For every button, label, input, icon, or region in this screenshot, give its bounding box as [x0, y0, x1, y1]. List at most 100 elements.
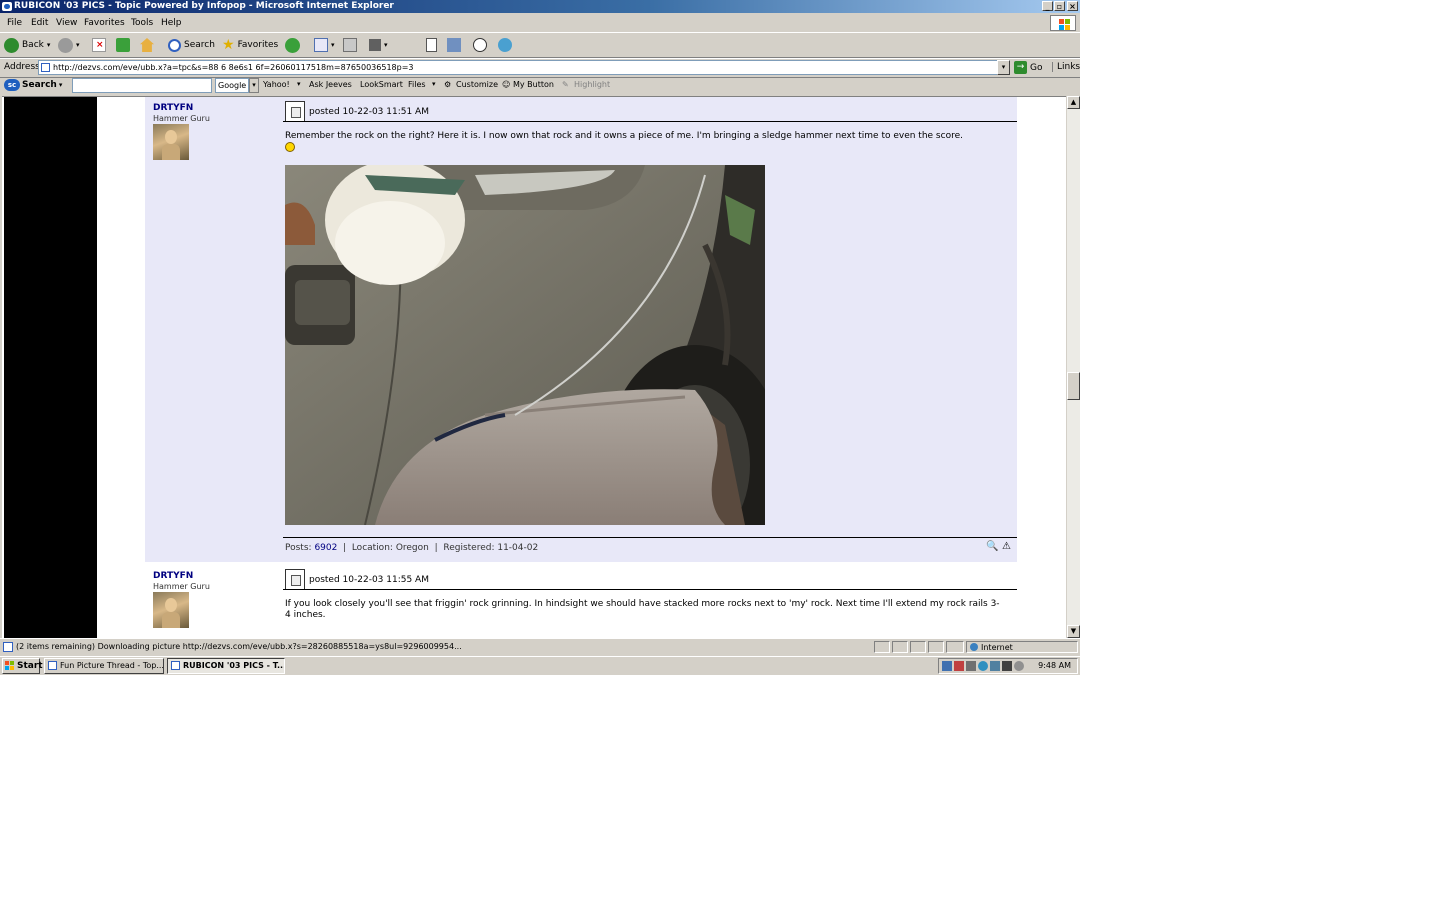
- search-icon: [168, 38, 181, 52]
- menu-view[interactable]: View: [56, 18, 77, 28]
- post-footer: Posts: 6902 | Location: Oregon | Registe…: [285, 543, 539, 553]
- forward-button[interactable]: ▾: [58, 36, 80, 54]
- history-icon: [285, 37, 300, 53]
- favorites-label: Favorites: [237, 40, 279, 50]
- back-label: Back: [22, 40, 44, 50]
- alert-icon[interactable]: ⚠: [1002, 541, 1011, 552]
- photo-image: [285, 165, 765, 525]
- tray-search-icon[interactable]: [978, 661, 988, 671]
- page-loading-icon: [3, 642, 13, 652]
- google-button[interactable]: Google: [215, 78, 250, 93]
- location-label: Location:: [351, 543, 393, 553]
- post-date: posted 10-22-03 11:51 AM: [309, 107, 429, 117]
- post-body: If you look closely you'll see that frig…: [285, 599, 1005, 621]
- files-button[interactable]: Files: [408, 80, 426, 89]
- page-icon: [41, 63, 50, 72]
- chevron-down-icon: ▾: [297, 80, 301, 88]
- customize-button[interactable]: Customize: [456, 80, 498, 89]
- yahoo-button[interactable]: Yahoo!: [263, 80, 290, 89]
- print-button[interactable]: [343, 36, 357, 54]
- taskbar-clock[interactable]: 9:48 AM: [1038, 660, 1071, 672]
- menu-bar: File Edit View Favorites Tools Help: [0, 14, 1080, 33]
- print-icon: [343, 38, 357, 52]
- scroll-down-button[interactable]: ▼: [1067, 625, 1080, 638]
- engine-dropdown-button[interactable]: ▾: [249, 78, 259, 93]
- media-icon: [498, 38, 512, 52]
- post-icon: [285, 569, 305, 589]
- post-body-text: If you look closely you'll see that frig…: [285, 599, 1000, 620]
- task-label: Fun Picture Thread - Top...: [60, 661, 164, 670]
- favorites-button[interactable]: ★ Favorites: [222, 36, 278, 54]
- avatar: [153, 592, 189, 628]
- links-button[interactable]: Links: [1052, 62, 1080, 72]
- search-brand-button[interactable]: sc Search ▾: [4, 79, 62, 91]
- search-toolbar-input[interactable]: [72, 78, 212, 93]
- tray-security-icon[interactable]: [954, 661, 964, 671]
- vertical-scrollbar[interactable]: ▲ ▼: [1066, 96, 1080, 638]
- address-bar: Address http://dezvs.com/eve/ubb.x?a=tpc…: [0, 58, 1080, 78]
- my-button[interactable]: My Button: [513, 80, 554, 89]
- registered-label: Registered:: [443, 543, 495, 553]
- home-button[interactable]: [140, 36, 154, 54]
- globe-icon: [970, 643, 978, 651]
- close-button[interactable]: ×: [1067, 1, 1078, 11]
- post-username[interactable]: DRTYFN: [153, 103, 193, 113]
- looksmart-button[interactable]: LookSmart: [360, 80, 403, 89]
- start-button[interactable]: Start: [2, 658, 43, 674]
- tray-clock-icon[interactable]: [1014, 661, 1024, 671]
- refresh-button[interactable]: [116, 36, 130, 54]
- ie-icon: [2, 2, 12, 11]
- tray-printer-icon[interactable]: [966, 661, 976, 671]
- tray-network-icon[interactable]: [942, 661, 952, 671]
- search-button[interactable]: Search: [168, 36, 215, 54]
- minimize-button[interactable]: _: [1042, 1, 1053, 11]
- status-text: (2 items remaining) Downloading picture …: [16, 642, 462, 651]
- back-button[interactable]: Back ▾: [4, 36, 50, 54]
- stop-button[interactable]: ×: [92, 36, 106, 54]
- address-input[interactable]: http://dezvs.com/eve/ubb.x?a=tpc&s=88 6 …: [38, 60, 1010, 75]
- maximize-button[interactable]: ▫: [1054, 1, 1065, 11]
- windows-logo-icon: [1050, 15, 1076, 31]
- left-black-column: [4, 97, 97, 638]
- messenger-button[interactable]: [473, 36, 487, 54]
- window-title: RUBICON '03 PICS - Topic Powered by Info…: [14, 1, 394, 11]
- gear-icon: ⚙: [444, 80, 452, 89]
- history-button[interactable]: [285, 36, 300, 54]
- status-cell: [910, 641, 926, 653]
- menu-file[interactable]: File: [7, 18, 22, 28]
- address-dropdown-button[interactable]: ▾: [997, 60, 1010, 75]
- discuss-button[interactable]: [426, 36, 437, 54]
- posts-count[interactable]: 6902: [314, 543, 337, 553]
- posts-count-label: Posts:: [285, 543, 312, 553]
- forum-post: DRTYFN Hammer Guru posted 10-22-03 11:55…: [145, 565, 1017, 638]
- ask-jeeves-button[interactable]: Ask Jeeves: [309, 80, 352, 89]
- tray-monitor-icon[interactable]: [990, 661, 1000, 671]
- highlight-button[interactable]: Highlight: [574, 80, 610, 89]
- task-label: RUBICON '03 PICS - T...: [183, 661, 285, 670]
- go-button[interactable]: → Go: [1014, 60, 1042, 75]
- post-actions: 🔍 ⚠: [986, 541, 1011, 552]
- taskbar-item-fun-picture-thread[interactable]: Fun Picture Thread - Top...: [44, 658, 164, 674]
- research-button[interactable]: [447, 36, 461, 54]
- taskbar-item-rubicon-pics[interactable]: RUBICON '03 PICS - T...: [167, 658, 285, 674]
- mail-button[interactable]: ▾: [314, 36, 335, 54]
- chevron-down-icon: ▾: [384, 41, 388, 49]
- menu-favorites[interactable]: Favorites: [84, 18, 125, 28]
- page-content: DRTYFN Hammer Guru posted 10-22-03 11:51…: [2, 96, 1066, 638]
- post-photo[interactable]: [285, 165, 765, 525]
- registered-value: 11-04-02: [497, 543, 539, 553]
- post-date: posted 10-22-03 11:55 AM: [309, 575, 429, 585]
- scroll-up-button[interactable]: ▲: [1067, 96, 1080, 109]
- stop-icon: ×: [92, 38, 106, 52]
- menu-edit[interactable]: Edit: [31, 18, 48, 28]
- menu-help[interactable]: Help: [161, 18, 182, 28]
- menu-tools[interactable]: Tools: [131, 18, 153, 28]
- post-username[interactable]: DRTYFN: [153, 571, 193, 581]
- tray-volume-icon[interactable]: [1002, 661, 1012, 671]
- media-button[interactable]: [498, 36, 512, 54]
- status-cell: [874, 641, 890, 653]
- edit-button[interactable]: ▾: [369, 36, 388, 54]
- scroll-thumb[interactable]: [1067, 372, 1080, 400]
- address-label: Address: [4, 62, 40, 72]
- profile-icon[interactable]: 🔍: [986, 541, 998, 552]
